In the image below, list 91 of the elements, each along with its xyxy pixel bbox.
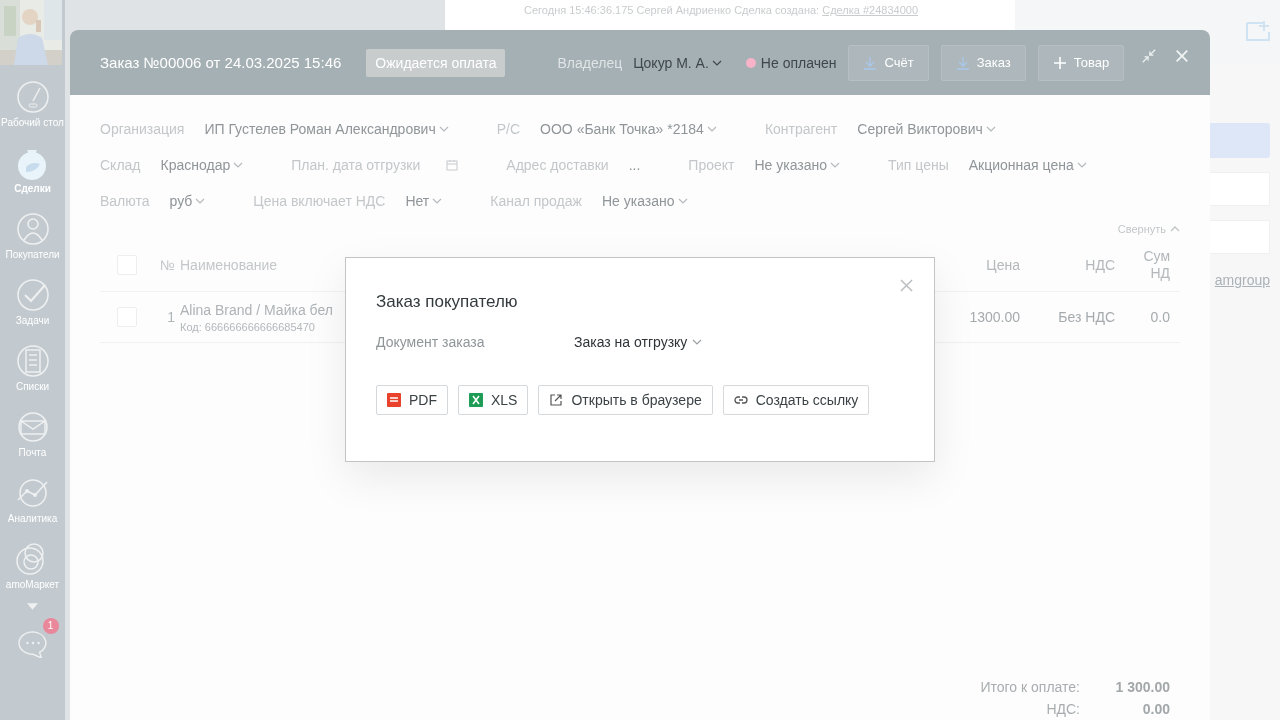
nav-label[interactable]: amoМаркет [5,579,60,591]
field-dropdown[interactable]: руб [169,193,206,209]
nav-icon[interactable] [14,277,51,313]
caret-icon [830,162,841,168]
field-dropdown[interactable]: Акционная цена [968,157,1087,173]
caret-icon [985,126,996,132]
caret-icon [1076,162,1087,168]
caret-icon[interactable] [27,603,38,610]
column-header: № [158,257,175,273]
link-button[interactable]: Создать ссылку [722,385,870,415]
external-button[interactable]: Открыть в браузере [538,385,713,415]
field-dropdown[interactable]: Сергей Викторович [857,121,996,137]
close-icon[interactable] [1174,47,1190,65]
company-link[interactable]: amgroup [1214,272,1270,288]
product-code: Код: 666666666666685470 [180,320,315,333]
field-label: Документ заказа [376,334,486,350]
field-label: Тип цены [888,157,949,173]
field-label: Организация [100,121,185,137]
field-label: Р/С [496,121,521,137]
field-label: План. дата отгрузки [291,157,421,173]
plus-icon [1052,55,1067,70]
collapse-icon[interactable] [1141,47,1158,65]
field-label: Валюта [100,193,150,209]
column-header: НДС [1084,257,1115,273]
caret-icon [677,198,688,204]
download-icon [863,55,878,70]
column-header: Цена [985,257,1020,273]
field-dropdown[interactable]: ИП Густелев Роман Александрович [204,121,449,137]
document-dropdown[interactable]: Заказ на отгрузку [574,334,703,350]
total-value: 0.00 [1141,701,1170,717]
nav-label[interactable]: Покупатели [5,249,60,261]
total-label: Итого к оплате: [980,679,1080,695]
table-cell-text: Без НДС [1057,309,1115,325]
dialog-title: Заказ покупателю [376,292,519,312]
nav-icon[interactable] [14,211,51,247]
field-dropdown[interactable]: ООО «Банк Точка» *2184 [540,121,717,137]
total-value: 1 300.00 [1114,679,1170,695]
caret-icon [711,59,722,66]
collapse-link[interactable]: Свернуть [1117,219,1180,239]
field-label: Контрагент [764,121,838,137]
table-cell-text: 1 [166,309,175,325]
nav-icon[interactable] [14,343,51,379]
caret-icon [233,162,244,168]
table-cell-text: 0.0 [1149,308,1170,326]
caret-icon [195,198,206,204]
field-label: Цена включает НДС [253,193,386,209]
caret-icon [1170,226,1180,232]
field-dropdown[interactable]: Не указано [754,157,841,173]
column-header: Наименование [180,257,279,273]
field-dropdown[interactable]: Краснодар [160,157,244,173]
field-dropdown[interactable]: Не указано [601,193,688,209]
product-name: Alina Brand / Майка бел [180,301,333,318]
add-product-button[interactable]: Товар [1037,44,1125,81]
excel-icon [469,393,483,407]
field-label: Канал продаж [490,193,582,209]
payment-status: Не оплачен [760,54,837,71]
xls-button[interactable]: XLS [458,385,529,415]
total-label: НДС: [1046,701,1080,717]
nav-label[interactable]: Списки [15,381,50,393]
field-dropdown[interactable]: Нет [405,193,443,209]
nav-label[interactable]: Рабочий стол [1,117,64,129]
download-icon [955,55,970,70]
field-label: Проект [688,157,735,173]
field-value[interactable]: ... [628,157,641,173]
caret-icon [438,126,449,132]
external-link-icon [549,393,564,407]
calendar-icon[interactable] [446,159,459,171]
nav-label[interactable]: Аналитика [7,513,58,525]
close-icon[interactable] [900,279,913,292]
download-button[interactable]: Заказ [940,44,1026,81]
field-label: Склад [100,157,141,173]
caret-icon [692,339,703,345]
add-card-icon[interactable] [1246,20,1272,42]
link-icon [733,393,748,407]
chat-icon[interactable] [16,630,49,658]
pdf-button[interactable]: PDF [376,385,448,415]
caret-icon [706,126,717,132]
download-button[interactable]: Счёт [848,44,929,81]
caret-icon [432,198,443,204]
window-title: Заказ №00006 от 24.03.2025 15:46 [100,54,342,71]
nav-label[interactable]: Почта [18,447,47,459]
notification-badge: 1 [42,618,59,634]
table-cell-text: 1300.00 [968,309,1020,325]
nav-label[interactable]: Сделки [14,183,51,195]
field-label: Адрес доставки [506,157,609,173]
nav-label[interactable]: Задачи [15,315,50,327]
owner-label: Владелец [557,54,623,71]
nav-icon[interactable] [14,79,51,115]
column-header: Сум НД [1142,248,1170,282]
pdf-icon [387,393,401,407]
owner-dropdown[interactable]: Цокур М. А. [633,54,722,71]
